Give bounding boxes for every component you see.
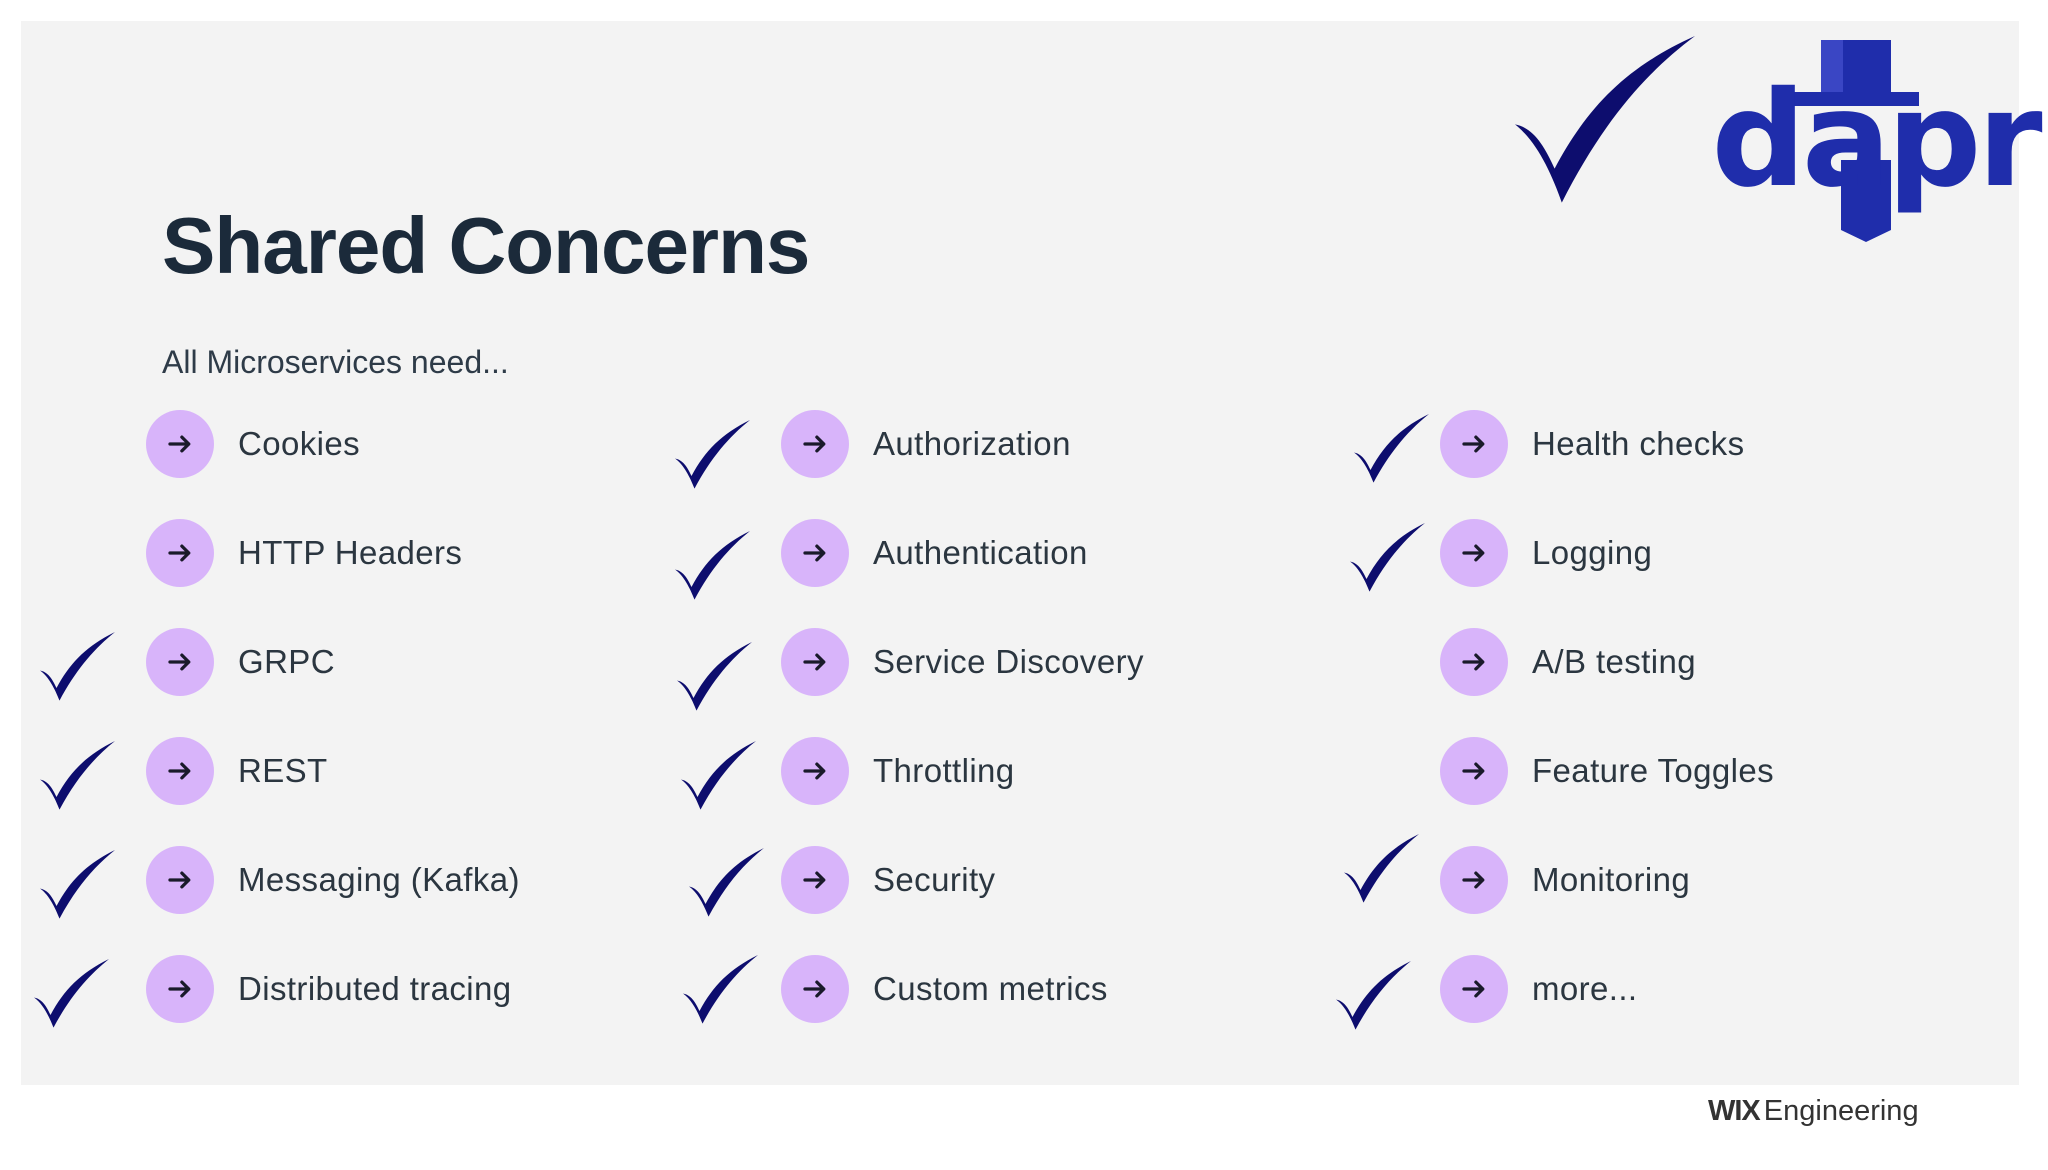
item-label: Feature Toggles: [1532, 752, 1775, 789]
wix-logo: WIX: [1708, 1095, 1761, 1127]
item-label: more...: [1532, 970, 1638, 1007]
list-item: A/B testing: [1440, 626, 1696, 698]
checkmark-icon: [40, 850, 115, 920]
item-label: Logging: [1532, 534, 1653, 571]
arrow-right-icon: [781, 737, 849, 805]
item-label: Custom metrics: [873, 970, 1108, 1007]
item-label: Monitoring: [1532, 861, 1691, 898]
checkmark-icon: [1354, 414, 1429, 484]
arrow-right-icon: [1440, 410, 1508, 478]
arrow-right-icon: [146, 737, 214, 805]
item-label: Health checks: [1532, 425, 1745, 462]
list-item: Health checks: [1440, 408, 1744, 480]
checkmark-icon: [34, 959, 109, 1029]
arrow-right-icon: [1440, 737, 1508, 805]
arrow-right-icon: [1440, 955, 1508, 1023]
list-item: Service Discovery: [781, 626, 1144, 698]
checkmark-icon: [1350, 523, 1425, 593]
item-label: REST: [238, 752, 328, 789]
checkmark-icon: [1336, 961, 1411, 1031]
item-label: Authorization: [873, 425, 1071, 462]
checkmark-icon: [1344, 834, 1419, 904]
arrow-right-icon: [146, 519, 214, 587]
arrow-right-icon: [781, 846, 849, 914]
checkmark-icon: [40, 632, 115, 702]
list-item: HTTP Headers: [146, 517, 462, 589]
checkmark-icon: [681, 741, 756, 811]
checkmark-icon: [40, 741, 115, 811]
checkmark-icon: [677, 642, 752, 712]
arrow-right-icon: [781, 955, 849, 1023]
item-label: Throttling: [873, 752, 1015, 789]
slide-subtitle: All Microservices need...: [162, 344, 509, 380]
item-label: Cookies: [238, 425, 361, 462]
arrow-right-icon: [1440, 628, 1508, 696]
dapr-logo: dapr: [1711, 40, 2046, 242]
item-label: Messaging (Kafka): [238, 861, 520, 898]
list-item: REST: [146, 735, 328, 807]
list-item: Cookies: [146, 408, 360, 480]
list-item: Authorization: [781, 408, 1071, 480]
item-label: Service Discovery: [873, 643, 1144, 680]
list-item: Feature Toggles: [1440, 735, 1774, 807]
logo-text: dapr: [1711, 63, 2042, 217]
arrow-right-icon: [781, 410, 849, 478]
list-item: Distributed tracing: [146, 953, 512, 1025]
footer-brand: WIX Engineering: [1708, 1097, 1919, 1126]
checkmark-icon: [1515, 36, 1695, 206]
list-item: Throttling: [781, 735, 1015, 807]
item-label: A/B testing: [1532, 643, 1696, 680]
item-label: Security: [873, 861, 996, 898]
item-label: Authentication: [873, 534, 1088, 571]
list-item: Authentication: [781, 517, 1088, 589]
arrow-right-icon: [1440, 519, 1508, 587]
list-item: Logging: [1440, 517, 1652, 589]
arrow-right-icon: [1440, 846, 1508, 914]
checkmark-icon: [675, 420, 750, 490]
arrow-right-icon: [781, 628, 849, 696]
arrow-right-icon: [781, 519, 849, 587]
arrow-right-icon: [146, 628, 214, 696]
item-label: HTTP Headers: [238, 534, 463, 571]
list-item: Messaging (Kafka): [146, 844, 520, 916]
arrow-right-icon: [146, 846, 214, 914]
list-item: more...: [1440, 953, 1638, 1025]
slide-title: Shared Concerns: [162, 201, 810, 290]
checkmark-icon: [689, 848, 764, 918]
list-item: Security: [781, 844, 995, 916]
arrow-right-icon: [146, 410, 214, 478]
list-item: Monitoring: [1440, 844, 1690, 916]
list-item: GRPC: [146, 626, 335, 698]
list-item: Custom metrics: [781, 953, 1108, 1025]
checkmark-icon: [675, 531, 750, 601]
footer-suffix: Engineering: [1763, 1095, 1919, 1127]
checkmark-icon: [683, 955, 758, 1025]
item-label: Distributed tracing: [238, 970, 512, 1007]
item-label: GRPC: [238, 643, 335, 680]
arrow-right-icon: [146, 955, 214, 1023]
